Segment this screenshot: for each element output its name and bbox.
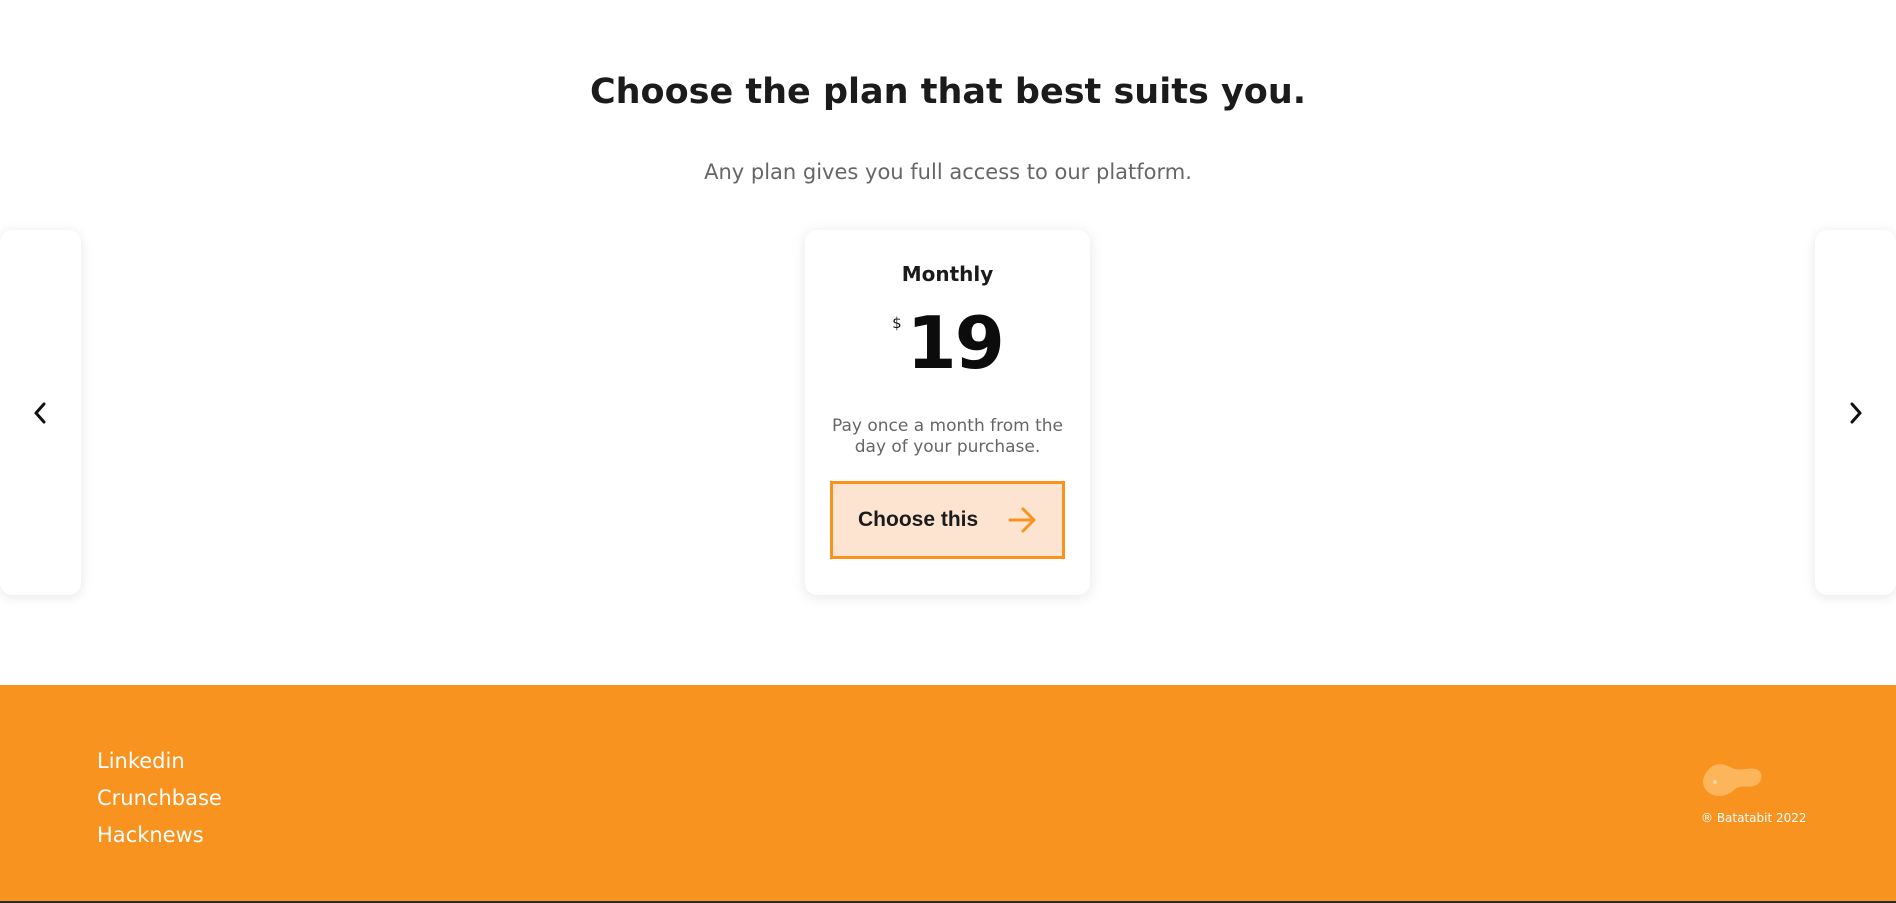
chevron-right-icon <box>1850 402 1862 424</box>
carousel-prev-button[interactable] <box>23 396 57 430</box>
footer-link-crunchbase[interactable]: Crunchbase <box>97 780 222 817</box>
choose-plan-button[interactable]: Choose this <box>830 481 1065 559</box>
pricing-subtitle: Any plan gives you full access to our pl… <box>704 160 1192 184</box>
page: Choose the plan that best suits you. Any… <box>0 0 1896 903</box>
plan-card-monthly: Monthly $ 19 Pay once a month from the d… <box>805 230 1090 595</box>
footer: Linkedin Crunchbase Hacknews ® Batatabit… <box>0 685 1896 903</box>
pricing-title: Choose the plan that best suits you. <box>589 72 1307 112</box>
pricing-section: Choose the plan that best suits you. Any… <box>0 0 1896 685</box>
plan-description: Pay once a month from the day of your pu… <box>831 416 1064 457</box>
batatabit-logo-icon <box>1703 764 1762 796</box>
plan-name: Monthly <box>901 262 994 286</box>
plan-price: $ 19 <box>805 302 1090 384</box>
arrow-right-icon <box>1008 507 1036 533</box>
footer-links: Linkedin Crunchbase Hacknews <box>97 743 222 854</box>
chevron-left-icon <box>34 402 46 424</box>
price-amount: 19 <box>906 301 1005 385</box>
price-currency: $ <box>892 314 902 332</box>
carousel-next-button[interactable] <box>1839 396 1873 430</box>
copyright-text: ® Batatabit 2022 <box>1701 811 1807 825</box>
footer-link-linkedin[interactable]: Linkedin <box>97 743 222 780</box>
footer-link-hacknews[interactable]: Hacknews <box>97 817 222 854</box>
choose-plan-label: Choose this <box>858 508 979 531</box>
